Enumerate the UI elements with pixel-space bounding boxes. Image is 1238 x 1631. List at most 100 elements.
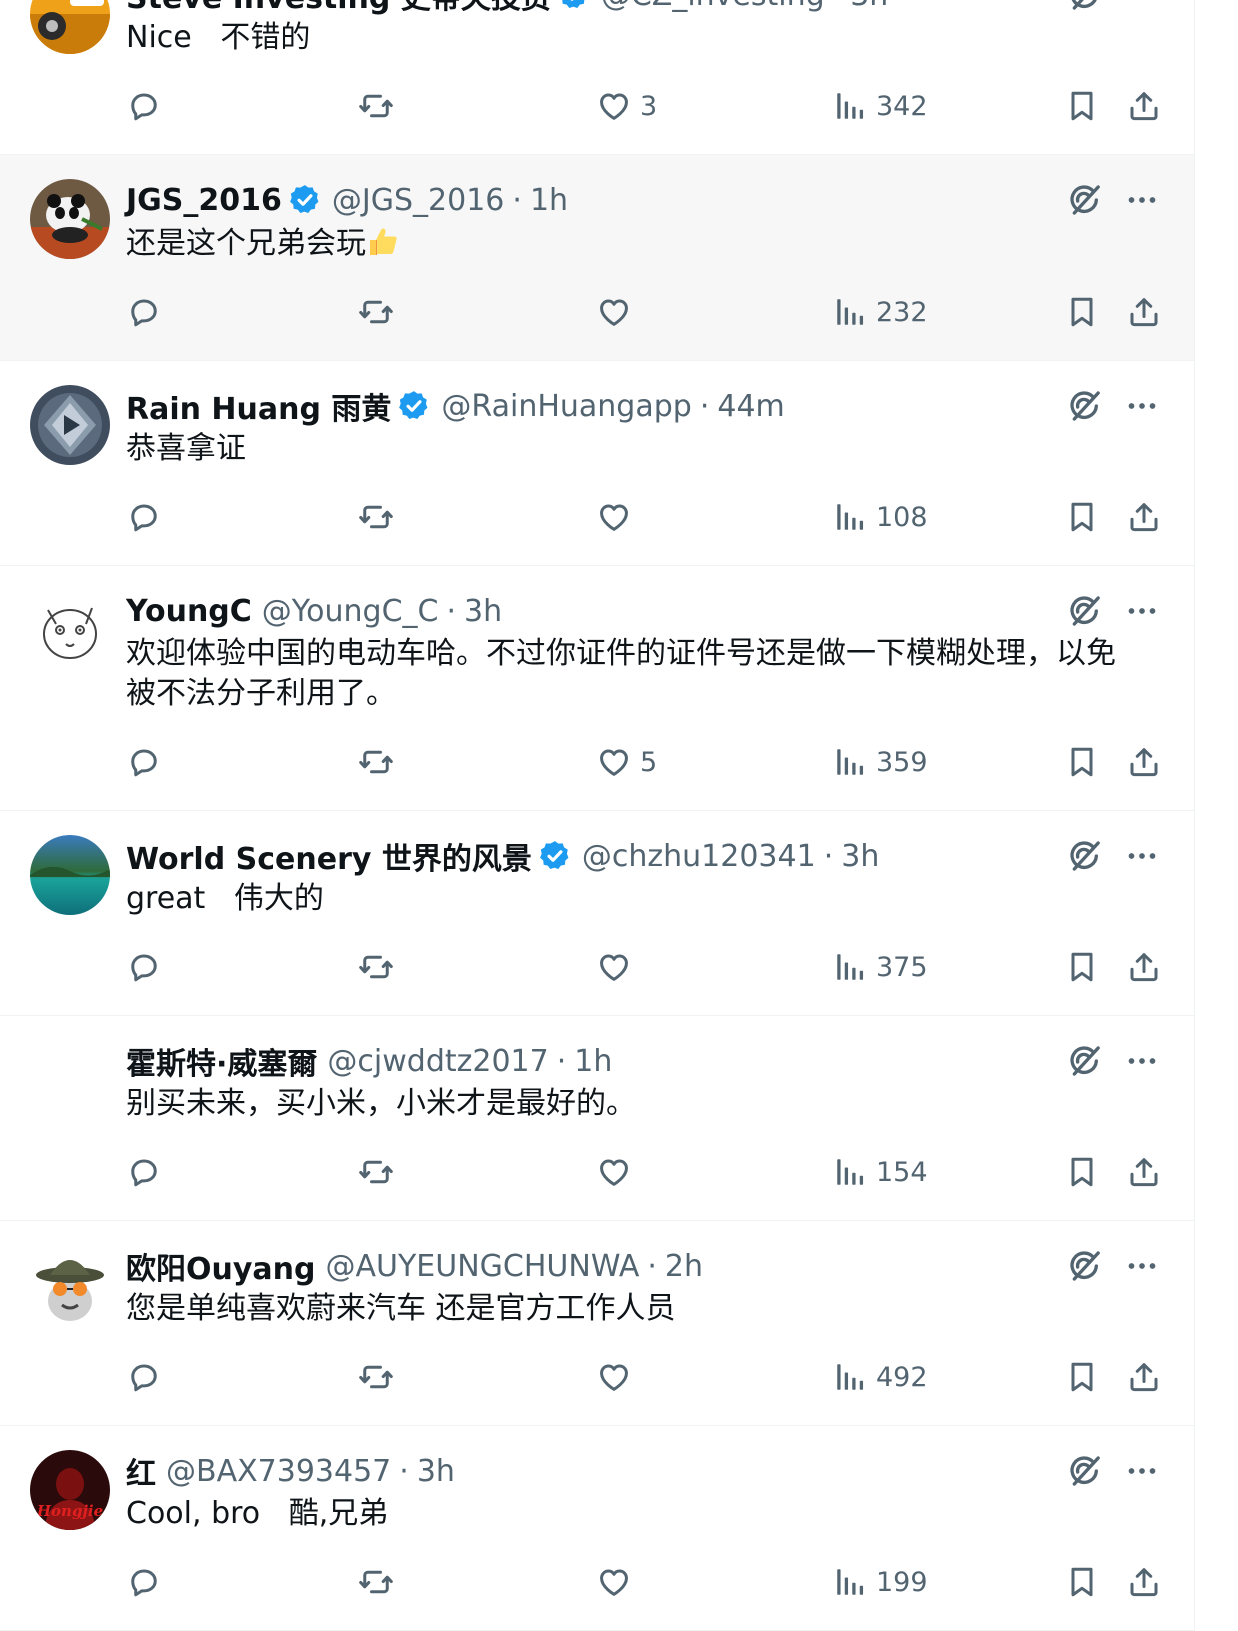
reply-button[interactable]	[126, 86, 162, 126]
views-button[interactable]: 154	[832, 1152, 928, 1192]
verified-badge-icon[interactable]	[288, 183, 322, 217]
grok-icon[interactable]	[1064, 836, 1104, 876]
grok-icon[interactable]	[1064, 180, 1104, 220]
more-options-icon[interactable]	[1124, 838, 1160, 874]
bookmark-button[interactable]	[1064, 947, 1100, 987]
reply-button[interactable]	[126, 497, 162, 537]
reply-timestamp[interactable]: 44m	[717, 389, 784, 424]
views-button[interactable]: 342	[832, 86, 928, 126]
bookmark-button[interactable]	[1064, 742, 1100, 782]
reply-timestamp[interactable]: 3h	[464, 594, 502, 629]
verified-badge-icon[interactable]	[397, 389, 431, 423]
reply-button[interactable]	[126, 947, 162, 987]
author-name[interactable]: World Scenery 世界的风景	[126, 834, 532, 878]
reply-item[interactable]: Rain Huang 雨黄 @RainHuangapp · 44m 恭喜拿证 108	[0, 361, 1194, 566]
reply-item[interactable]: 欧阳Ouyang @AUYEUNGCHUNWA · 2h 您是单纯喜欢蔚来汽车 还是官方…	[0, 1221, 1194, 1426]
bookmark-button[interactable]	[1064, 292, 1100, 332]
reply-timestamp[interactable]: 2h	[665, 1249, 703, 1284]
grok-icon[interactable]	[1064, 386, 1104, 426]
bookmark-button[interactable]	[1064, 86, 1100, 126]
hat-character-avatar[interactable]	[30, 1245, 110, 1325]
grok-icon[interactable]	[1064, 591, 1104, 631]
bookmark-button[interactable]	[1064, 1152, 1100, 1192]
reply-button[interactable]	[126, 742, 162, 782]
like-button[interactable]	[596, 1357, 632, 1397]
reply-button[interactable]	[126, 1562, 162, 1602]
more-options-icon[interactable]	[1124, 1453, 1160, 1489]
share-button[interactable]	[1126, 497, 1162, 537]
reply-item[interactable]: JGS_2016 @JGS_2016 · 1h 还是这个兄弟会玩 232	[0, 155, 1194, 361]
reply-timestamp[interactable]: 1h	[574, 1044, 612, 1079]
reply-item[interactable]: YoungC @YoungC_C · 3h 欢迎体验中国的电动车哈。不过你证件的证件号还…	[0, 566, 1194, 811]
more-options-icon[interactable]	[1124, 1248, 1160, 1284]
bookmark-button[interactable]	[1064, 1562, 1100, 1602]
reply-timestamp[interactable]: 1h	[530, 183, 568, 218]
like-button[interactable]	[596, 947, 632, 987]
verified-badge-icon[interactable]	[538, 839, 572, 873]
views-button[interactable]: 375	[832, 947, 928, 987]
views-button[interactable]: 199	[832, 1562, 928, 1602]
reply-item[interactable]: World Scenery 世界的风景 @chzhu120341 · 3h great …	[0, 811, 1194, 1016]
like-button[interactable]	[596, 1152, 632, 1192]
more-options-icon[interactable]	[1124, 1043, 1160, 1079]
views-button[interactable]: 232	[832, 292, 928, 332]
grok-icon[interactable]	[1064, 0, 1104, 15]
more-options-icon[interactable]	[1124, 182, 1160, 218]
author-name[interactable]: 红	[126, 1449, 156, 1493]
share-button[interactable]	[1126, 292, 1162, 332]
share-button[interactable]	[1126, 86, 1162, 126]
panda-avatar[interactable]	[30, 179, 110, 259]
bookmark-button[interactable]	[1064, 497, 1100, 537]
more-options-icon[interactable]	[1124, 388, 1160, 424]
author-name[interactable]: Rain Huang 雨黄	[126, 384, 391, 428]
retweet-button[interactable]	[358, 292, 394, 332]
like-button[interactable]: 3	[596, 86, 657, 126]
blank-avatar[interactable]	[30, 1040, 110, 1120]
author-handle[interactable]: @cjwddtz2017	[327, 1044, 548, 1079]
reply-button[interactable]	[126, 1152, 162, 1192]
retweet-button[interactable]	[358, 742, 394, 782]
more-options-icon[interactable]	[1124, 593, 1160, 629]
verified-badge-icon[interactable]	[557, 0, 591, 12]
author-handle[interactable]: @BAX7393457	[166, 1454, 391, 1489]
car-avatar[interactable]	[30, 0, 110, 54]
retweet-button[interactable]	[358, 1562, 394, 1602]
like-button[interactable]	[596, 1562, 632, 1602]
grok-icon[interactable]	[1064, 1246, 1104, 1286]
share-button[interactable]	[1126, 1562, 1162, 1602]
reply-timestamp[interactable]: 3h	[417, 1454, 455, 1489]
author-handle[interactable]: @RainHuangapp	[441, 389, 691, 424]
retweet-button[interactable]	[358, 1357, 394, 1397]
views-button[interactable]: 108	[832, 497, 928, 537]
more-options-icon[interactable]	[1124, 0, 1160, 13]
bookmark-button[interactable]	[1064, 1357, 1100, 1397]
reply-item[interactable]: Steve Investing 史蒂夫投资 @CZ_investing · 3h Nic…	[0, 0, 1194, 155]
share-button[interactable]	[1126, 742, 1162, 782]
hongjie-avatar[interactable]: Hongjie	[30, 1450, 110, 1530]
retweet-button[interactable]	[358, 1152, 394, 1192]
reply-item[interactable]: 霍斯特·威塞爾 @cjwddtz2017 · 1h 别买未来，买小米，小米才是最好的。 1…	[0, 1016, 1194, 1221]
author-name[interactable]: Steve Investing 史蒂夫投资	[126, 0, 551, 17]
like-button[interactable]: 5	[596, 742, 657, 782]
author-handle[interactable]: @CZ_investing	[601, 0, 825, 13]
views-button[interactable]: 492	[832, 1357, 928, 1397]
retweet-button[interactable]	[358, 86, 394, 126]
author-handle[interactable]: @YoungC_C	[262, 594, 439, 629]
retweet-button[interactable]	[358, 947, 394, 987]
reply-item[interactable]: Hongjie 红 @BAX7393457 · 3h Cool, bro 酷,兄弟 199	[0, 1426, 1194, 1631]
reply-button[interactable]	[126, 1357, 162, 1397]
share-button[interactable]	[1126, 1357, 1162, 1397]
creator-badge-avatar[interactable]	[30, 385, 110, 465]
cat-sketch-avatar[interactable]	[30, 590, 110, 670]
like-button[interactable]	[596, 292, 632, 332]
share-button[interactable]	[1126, 1152, 1162, 1192]
views-button[interactable]: 359	[832, 742, 928, 782]
grok-icon[interactable]	[1064, 1041, 1104, 1081]
author-name[interactable]: 霍斯特·威塞爾	[126, 1039, 317, 1083]
retweet-button[interactable]	[358, 497, 394, 537]
author-handle[interactable]: @chzhu120341	[582, 839, 816, 874]
author-handle[interactable]: @AUYEUNGCHUNWA	[326, 1249, 640, 1284]
author-name[interactable]: YoungC	[126, 594, 252, 629]
share-button[interactable]	[1126, 947, 1162, 987]
reply-button[interactable]	[126, 292, 162, 332]
